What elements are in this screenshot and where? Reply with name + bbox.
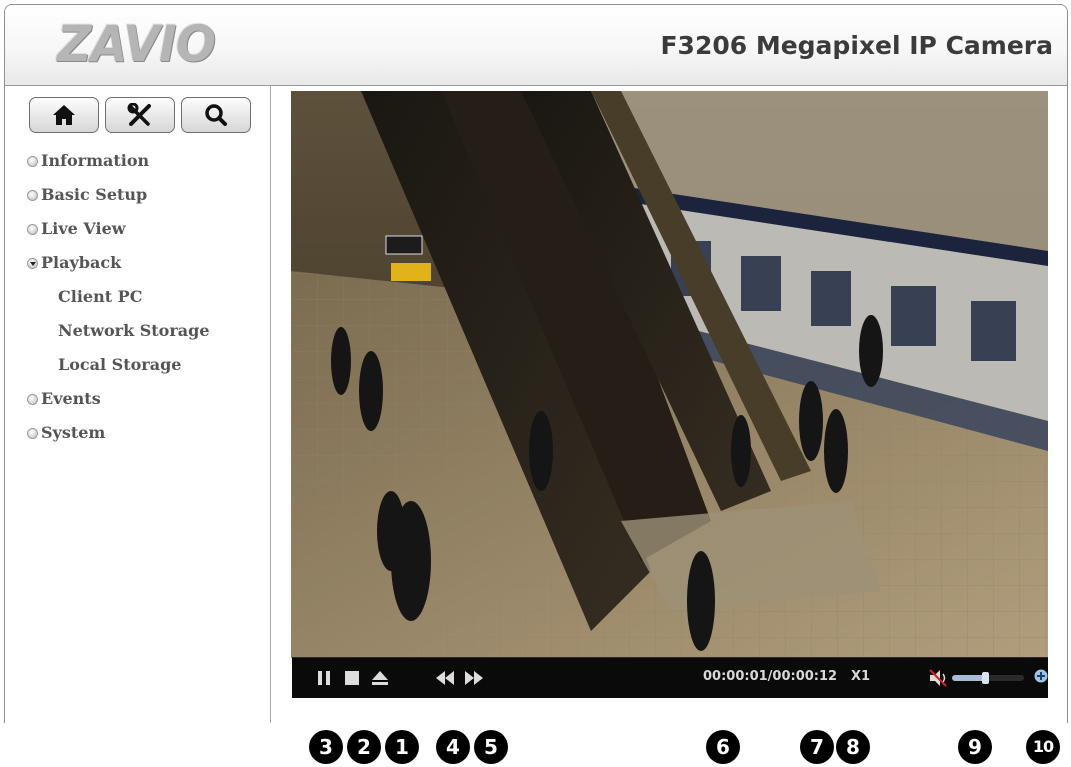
callout-badge: 6 bbox=[706, 730, 740, 764]
callout-badge: 9 bbox=[958, 730, 992, 764]
bullet-icon bbox=[27, 155, 38, 167]
sidebar-item-label: Local Storage bbox=[58, 355, 182, 374]
bullet-icon bbox=[27, 223, 38, 235]
bullet-icon bbox=[27, 393, 38, 405]
search-icon bbox=[205, 104, 227, 126]
home-icon bbox=[53, 105, 75, 125]
sidebar-item-label: Client PC bbox=[58, 287, 143, 306]
callout-badge: 1 bbox=[385, 730, 419, 764]
bullet-icon bbox=[27, 189, 38, 201]
eject-icon[interactable] bbox=[371, 670, 389, 686]
sidebar-item-label: Basic Setup bbox=[41, 185, 148, 204]
playback-control-bar: 00:00:01/00:00:12 X1 bbox=[292, 657, 1048, 698]
sidebar-item-label: Live View bbox=[41, 219, 126, 238]
video-viewport[interactable] bbox=[291, 91, 1048, 658]
sidebar-subitem-client-pc[interactable]: Client PC bbox=[27, 280, 210, 314]
sidebar-subitem-local-storage[interactable]: Local Storage bbox=[27, 348, 210, 382]
sidebar-item-label: System bbox=[41, 423, 106, 442]
sidebar-nav: Information Basic Setup Live View Playba… bbox=[27, 144, 210, 450]
toolbar bbox=[29, 97, 251, 133]
playback-speed[interactable]: X1 bbox=[851, 669, 870, 684]
video-frame bbox=[291, 91, 1048, 658]
sidebar-subitem-network-storage[interactable]: Network Storage bbox=[27, 314, 210, 348]
zoom-icon[interactable] bbox=[1032, 668, 1048, 686]
home-button[interactable] bbox=[29, 97, 99, 133]
sidebar-item-label: Events bbox=[41, 389, 101, 408]
callout-badge: 8 bbox=[836, 730, 870, 764]
sidebar-item-events[interactable]: Events bbox=[27, 382, 210, 416]
sidebar-item-playback[interactable]: Playback bbox=[27, 246, 210, 280]
playback-timecode: 00:00:01/00:00:12 bbox=[703, 669, 838, 684]
sidebar: Information Basic Setup Live View Playba… bbox=[5, 86, 271, 723]
sidebar-item-live-view[interactable]: Live View bbox=[27, 212, 210, 246]
sidebar-item-information[interactable]: Information bbox=[27, 144, 210, 178]
callout-badge: 2 bbox=[347, 730, 381, 764]
rewind-icon[interactable] bbox=[435, 670, 455, 686]
sidebar-item-basic-setup[interactable]: Basic Setup bbox=[27, 178, 210, 212]
tools-icon bbox=[127, 103, 151, 126]
sidebar-item-label: Information bbox=[41, 151, 150, 170]
callout-badge: 5 bbox=[474, 730, 508, 764]
header: ZAVIO F3206 Megapixel IP Camera bbox=[5, 5, 1067, 86]
callout-row: 3 2 1 4 5 6 7 8 9 10 bbox=[0, 730, 1071, 766]
callout-badge: 4 bbox=[436, 730, 470, 764]
zavio-logo: ZAVIO bbox=[57, 15, 216, 73]
setup-button[interactable] bbox=[105, 97, 175, 133]
mute-icon[interactable] bbox=[928, 668, 950, 688]
fast-forward-icon[interactable] bbox=[464, 670, 484, 686]
volume-slider[interactable] bbox=[952, 672, 1024, 684]
sidebar-item-system[interactable]: System bbox=[27, 416, 210, 450]
callout-badge: 10 bbox=[1026, 730, 1060, 764]
page-title: F3206 Megapixel IP Camera bbox=[660, 31, 1053, 60]
callout-badge: 7 bbox=[800, 730, 834, 764]
search-button[interactable] bbox=[181, 97, 251, 133]
callout-badge: 3 bbox=[309, 730, 343, 764]
volume-knob[interactable] bbox=[982, 672, 989, 684]
sidebar-item-label: Playback bbox=[41, 253, 122, 272]
pause-icon[interactable] bbox=[316, 670, 332, 686]
bullet-icon bbox=[27, 427, 38, 439]
expanded-bullet-icon bbox=[27, 257, 38, 269]
sidebar-item-label: Network Storage bbox=[58, 321, 210, 340]
stop-icon[interactable] bbox=[344, 670, 360, 686]
